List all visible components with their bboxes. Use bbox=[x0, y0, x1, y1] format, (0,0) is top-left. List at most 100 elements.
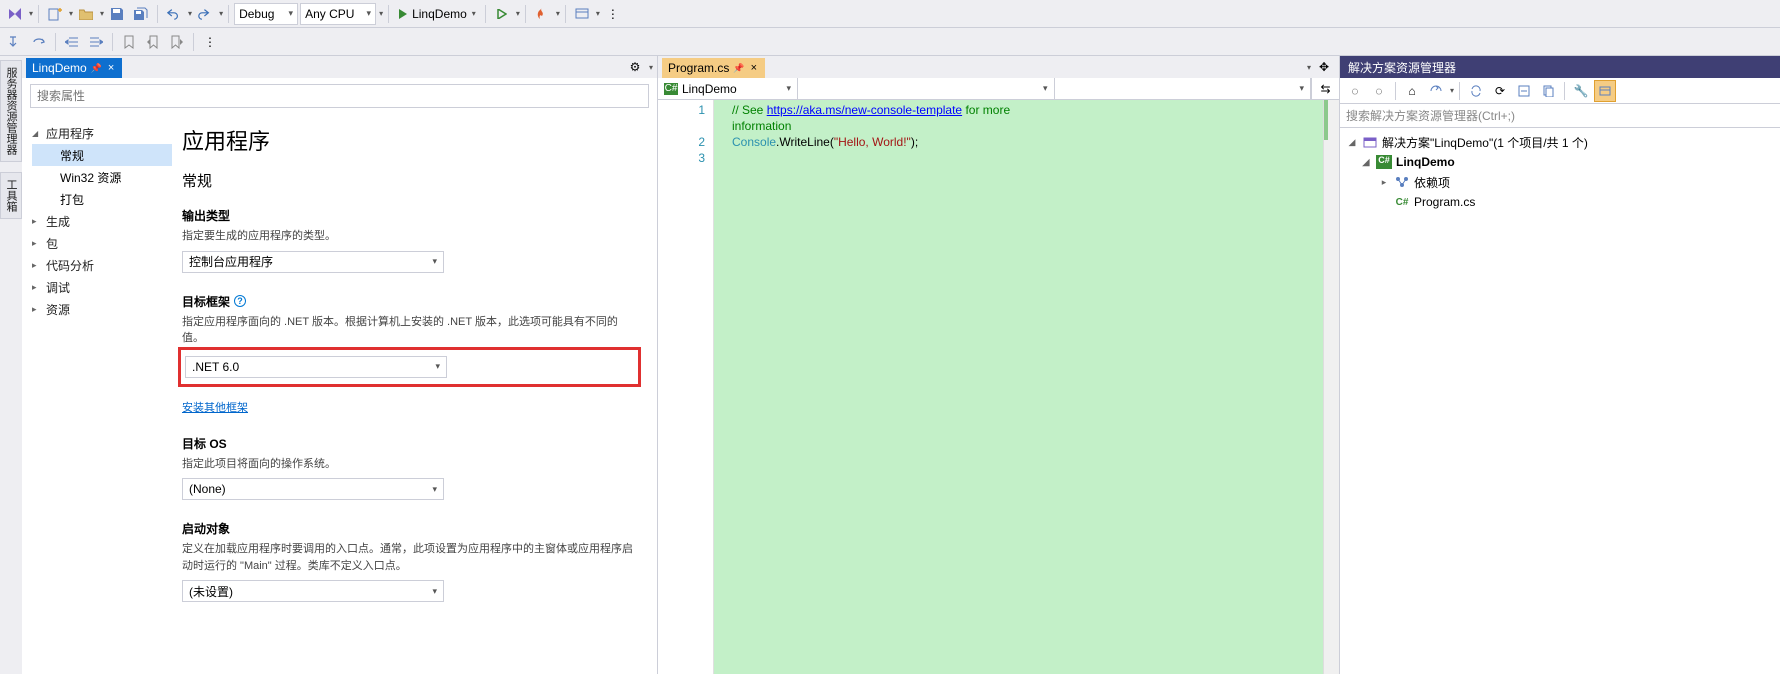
properties-tabstrip: LinqDemo 📌 × ⚙ ▾ bbox=[22, 56, 657, 78]
section-title: 常规 bbox=[182, 170, 637, 191]
pin-icon[interactable]: 📌 bbox=[91, 63, 102, 74]
help-icon[interactable]: ? bbox=[234, 295, 246, 307]
target-os-select[interactable]: (None) bbox=[182, 478, 444, 500]
file-node[interactable]: C# Program.cs bbox=[1346, 192, 1780, 212]
code-editor-panel: Program.cs 📌 × ▾ ✥ C#LinqDemo ⇆ 1 2 3 bbox=[658, 56, 1340, 674]
expand-icon[interactable]: ▸ bbox=[1378, 177, 1390, 188]
overflow-icon[interactable]: ⋮ bbox=[199, 31, 221, 53]
nav-build[interactable]: 生成 bbox=[32, 210, 172, 232]
gear-icon[interactable]: ⚙ bbox=[624, 56, 646, 78]
install-frameworks-link[interactable]: 安装其他框架 bbox=[182, 399, 248, 415]
show-all-files-icon[interactable] bbox=[1537, 80, 1559, 102]
forward-icon[interactable]: ◌ bbox=[1368, 80, 1390, 102]
nav-application[interactable]: 应用程序 bbox=[32, 122, 172, 144]
project-scope-select[interactable]: C#LinqDemo bbox=[658, 78, 798, 99]
dropdown-arrow-icon[interactable]: ▾ bbox=[69, 9, 73, 18]
preview-selected-icon[interactable] bbox=[1594, 80, 1616, 102]
properties-search-input[interactable] bbox=[30, 84, 649, 108]
project-node[interactable]: ◢ C# LinqDemo bbox=[1346, 152, 1780, 172]
dropdown-arrow-icon[interactable]: ▾ bbox=[379, 9, 383, 18]
nav-debug[interactable]: 调试 bbox=[32, 276, 172, 298]
field-description: 指定应用程序面向的 .NET 版本。根据计算机上安装的 .NET 版本，此选项可… bbox=[182, 314, 637, 347]
properties-icon[interactable]: 🔧 bbox=[1570, 80, 1592, 102]
switch-views-icon[interactable] bbox=[1425, 80, 1447, 102]
output-type-select[interactable]: 控制台应用程序 bbox=[182, 251, 444, 273]
nav-code-analysis[interactable]: 代码分析 bbox=[32, 254, 172, 276]
target-framework-field: 目标框架? 指定应用程序面向的 .NET 版本。根据计算机上安装的 .NET 版… bbox=[182, 293, 637, 415]
template-link[interactable]: https://aka.ms/new-console-template bbox=[767, 103, 962, 117]
undo-icon[interactable] bbox=[163, 3, 185, 25]
vs-logo-icon[interactable] bbox=[4, 3, 26, 25]
split-toggle-icon[interactable]: ⇆ bbox=[1311, 78, 1339, 99]
solution-explorer-toolbar: ◌ ◌ ⌂ ▾ ⟳ 🔧 bbox=[1340, 78, 1780, 104]
refresh-icon[interactable]: ⟳ bbox=[1489, 80, 1511, 102]
code-editor-body[interactable]: 1 2 3 // See https://aka.ms/new-console-… bbox=[658, 100, 1339, 674]
configuration-select[interactable]: Debug bbox=[234, 3, 298, 25]
pin-icon[interactable]: 📌 bbox=[733, 63, 744, 74]
redo-icon[interactable] bbox=[194, 3, 216, 25]
back-icon[interactable]: ◌ bbox=[1344, 80, 1366, 102]
toolbox-tab[interactable]: 工具箱 bbox=[0, 172, 22, 219]
vertical-scrollbar[interactable] bbox=[1323, 100, 1339, 674]
dropdown-arrow-icon[interactable]: ▾ bbox=[516, 9, 520, 18]
new-item-icon[interactable] bbox=[44, 3, 66, 25]
open-icon[interactable] bbox=[75, 3, 97, 25]
close-icon[interactable]: × bbox=[106, 62, 116, 74]
field-label: 目标框架? bbox=[182, 293, 637, 310]
field-label: 目标 OS bbox=[182, 435, 637, 452]
split-icon[interactable]: ✥ bbox=[1313, 56, 1335, 78]
home-icon[interactable]: ⌂ bbox=[1401, 80, 1423, 102]
start-debug-button[interactable]: LinqDemo▾ bbox=[394, 3, 480, 25]
member-scope-select[interactable] bbox=[1055, 78, 1312, 99]
dropdown-arrow-icon[interactable]: ▾ bbox=[219, 9, 223, 18]
dropdown-arrow-icon[interactable]: ▾ bbox=[100, 9, 104, 18]
field-description: 指定此项目将面向的操作系统。 bbox=[182, 456, 637, 473]
collapse-all-icon[interactable] bbox=[1513, 80, 1535, 102]
bookmark-next-icon[interactable] bbox=[166, 31, 188, 53]
properties-tab[interactable]: LinqDemo 📌 × bbox=[26, 58, 122, 78]
nav-package[interactable]: 打包 bbox=[32, 188, 172, 210]
bookmark-icon[interactable] bbox=[118, 31, 140, 53]
tab-overflow-icon[interactable]: ▾ bbox=[649, 63, 653, 72]
nav-resources[interactable]: 资源 bbox=[32, 298, 172, 320]
target-framework-select[interactable]: .NET 6.0 bbox=[185, 356, 447, 378]
hot-reload-icon[interactable] bbox=[531, 3, 553, 25]
dropdown-arrow-icon[interactable]: ▾ bbox=[596, 9, 600, 18]
start-no-debug-icon[interactable] bbox=[491, 3, 513, 25]
dropdown-arrow-icon[interactable]: ▾ bbox=[29, 9, 33, 18]
code-file-tab[interactable]: Program.cs 📌 × bbox=[662, 58, 765, 78]
change-indicator bbox=[1324, 100, 1328, 140]
main-toolbar-2: ⋮ bbox=[0, 28, 1780, 56]
close-icon[interactable]: × bbox=[749, 62, 759, 74]
bookmark-prev-icon[interactable] bbox=[142, 31, 164, 53]
save-icon[interactable] bbox=[106, 3, 128, 25]
solution-node[interactable]: ◢ 解决方案"LinqDemo"(1 个项目/共 1 个) bbox=[1346, 132, 1780, 152]
type-scope-select[interactable] bbox=[798, 78, 1055, 99]
tab-overflow-icon[interactable]: ▾ bbox=[1307, 63, 1311, 72]
solution-explorer-title: 解决方案资源管理器 bbox=[1340, 56, 1780, 78]
step-into-icon[interactable] bbox=[4, 31, 26, 53]
indent-icon[interactable] bbox=[85, 31, 107, 53]
nav-pkg[interactable]: 包 bbox=[32, 232, 172, 254]
dropdown-arrow-icon[interactable]: ▾ bbox=[1450, 86, 1454, 95]
sync-icon[interactable] bbox=[1465, 80, 1487, 102]
expand-icon[interactable]: ◢ bbox=[1346, 137, 1358, 148]
save-all-icon[interactable] bbox=[130, 3, 152, 25]
nav-general[interactable]: 常规 bbox=[32, 144, 172, 166]
startup-object-select[interactable]: (未设置) bbox=[182, 580, 444, 602]
server-explorer-tab[interactable]: 服务器资源管理器 bbox=[0, 60, 22, 162]
nav-win32[interactable]: Win32 资源 bbox=[32, 166, 172, 188]
code-text[interactable]: // See https://aka.ms/new-console-templa… bbox=[714, 100, 1339, 674]
output-type-field: 输出类型 指定要生成的应用程序的类型。 控制台应用程序 bbox=[182, 207, 637, 273]
outdent-icon[interactable] bbox=[61, 31, 83, 53]
dependencies-node[interactable]: ▸ 依赖项 bbox=[1346, 172, 1780, 192]
overflow-icon[interactable]: ⋮ bbox=[602, 3, 624, 25]
platform-select[interactable]: Any CPU bbox=[300, 3, 376, 25]
browser-link-icon[interactable] bbox=[571, 3, 593, 25]
dropdown-arrow-icon[interactable]: ▾ bbox=[188, 9, 192, 18]
step-over-icon[interactable] bbox=[28, 31, 50, 53]
dropdown-arrow-icon[interactable]: ▾ bbox=[556, 9, 560, 18]
solution-search-input[interactable]: 搜索解决方案资源管理器(Ctrl+;) bbox=[1340, 104, 1780, 128]
field-description: 指定要生成的应用程序的类型。 bbox=[182, 228, 637, 245]
expand-icon[interactable]: ◢ bbox=[1360, 157, 1372, 168]
